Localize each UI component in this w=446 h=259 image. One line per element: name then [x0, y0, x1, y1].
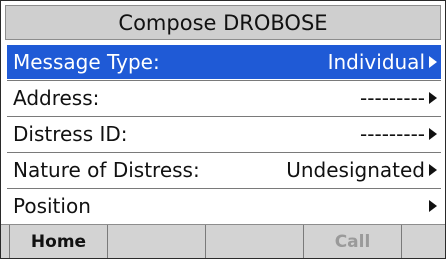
- home-softkey[interactable]: Home: [10, 225, 108, 258]
- nature-of-distress-value: Undesignated: [286, 158, 425, 182]
- compose-menu: Message Type: Individual Address: ------…: [7, 45, 441, 225]
- menu-item-label: Message Type:: [13, 50, 160, 74]
- softkey-bar: Home Call: [1, 224, 445, 258]
- menu-item-value: [425, 200, 437, 212]
- menu-item-value: Undesignated: [286, 158, 437, 182]
- menu-item-message-type[interactable]: Message Type: Individual: [7, 45, 441, 81]
- right-triangle-icon: [429, 164, 437, 176]
- distress-id-value: ---------: [360, 122, 425, 146]
- call-softkey[interactable]: Call: [304, 225, 402, 258]
- right-triangle-icon: [429, 56, 437, 68]
- softkey-2[interactable]: [108, 225, 206, 258]
- right-triangle-icon: [429, 200, 437, 212]
- menu-item-distress-id[interactable]: Distress ID: ---------: [7, 117, 441, 153]
- menu-item-position[interactable]: Position: [7, 189, 441, 225]
- right-triangle-icon: [429, 92, 437, 104]
- message-type-value: Individual: [327, 50, 425, 74]
- menu-item-label: Nature of Distress:: [13, 158, 200, 182]
- screen-title: Compose DROBOSE: [5, 5, 441, 40]
- device-screen: Compose DROBOSE Message Type: Individual…: [0, 0, 446, 259]
- menu-item-value: ---------: [360, 122, 437, 146]
- softkey-3[interactable]: [206, 225, 304, 258]
- right-triangle-icon: [429, 128, 437, 140]
- menu-item-value: Individual: [328, 50, 437, 74]
- softkey-end: [402, 225, 445, 258]
- softkey-spacer: [1, 225, 10, 258]
- menu-item-label: Distress ID:: [13, 122, 128, 146]
- menu-item-label: Position: [13, 194, 91, 218]
- menu-item-address[interactable]: Address: ---------: [7, 81, 441, 117]
- menu-item-value: ---------: [360, 86, 437, 110]
- address-value: ---------: [360, 86, 425, 110]
- menu-item-label: Address:: [13, 86, 100, 110]
- menu-item-nature-of-distress[interactable]: Nature of Distress: Undesignated: [7, 153, 441, 189]
